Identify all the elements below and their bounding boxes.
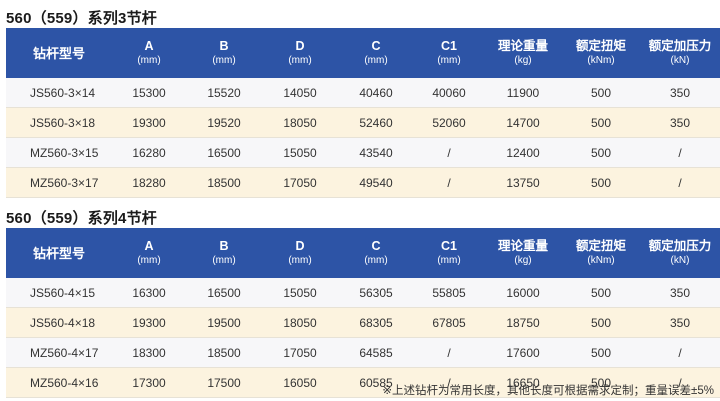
table-cell: / <box>640 167 720 198</box>
table-cell: 19520 <box>186 107 262 138</box>
table-cell: 40060 <box>414 78 484 108</box>
col-header-model: 钻杆型号 <box>6 28 112 78</box>
cell-model: JS560-3×18 <box>6 107 112 138</box>
table-cell: 15050 <box>262 137 338 168</box>
table-cell: 19300 <box>112 307 186 338</box>
table-cell: 13750 <box>484 167 562 198</box>
table-cell: 17050 <box>262 337 338 368</box>
table-cell: 500 <box>562 137 640 168</box>
table-cell: 49540 <box>338 167 414 198</box>
table-cell: 68305 <box>338 307 414 338</box>
table-row: JS560-3×18 19300 19520 18050 52460 52060 14700… <box>6 107 720 138</box>
cell-model: MZ560-4×17 <box>6 337 112 368</box>
table-cell: 17500 <box>186 367 262 398</box>
table-cell: 15050 <box>262 278 338 308</box>
table-cell: 40460 <box>338 78 414 108</box>
spec-table-3-stage: 钻杆型号 A (mm) B (mm) D (mm) C (mm) C1 (mm) 理论重量… <box>6 28 720 198</box>
table-header-row: 钻杆型号 A (mm) B (mm) D (mm) C (mm) C1 (mm) 理论重量… <box>6 228 720 278</box>
table-cell: 11900 <box>484 78 562 108</box>
table-cell: 55805 <box>414 278 484 308</box>
cell-model: MZ560-4×16 <box>6 367 112 398</box>
table-cell: 43540 <box>338 137 414 168</box>
col-header-c1: C1 (mm) <box>414 228 484 278</box>
table-cell: 16300 <box>112 278 186 308</box>
table-cell: 16000 <box>484 278 562 308</box>
col-header-a: A (mm) <box>112 228 186 278</box>
table-cell: 18050 <box>262 307 338 338</box>
table-cell: 16500 <box>186 278 262 308</box>
table-cell: 52460 <box>338 107 414 138</box>
col-header-d: D (mm) <box>262 228 338 278</box>
cell-model: JS560-4×18 <box>6 307 112 338</box>
table-cell: 350 <box>640 278 720 308</box>
cell-model: JS560-4×15 <box>6 278 112 308</box>
col-header-c1: C1 (mm) <box>414 28 484 78</box>
table-row: MZ560-4×17 18300 18500 17050 64585/17600 500/ <box>6 337 720 368</box>
table-cell: 17050 <box>262 167 338 198</box>
col-header-pressure: 额定加压力 (kN) <box>640 28 720 78</box>
col-header-a: A (mm) <box>112 28 186 78</box>
table-cell: 16050 <box>262 367 338 398</box>
table-header-row: 钻杆型号 A (mm) B (mm) D (mm) C (mm) C1 (mm) 理论重量… <box>6 28 720 78</box>
spec-table-4-stage: 钻杆型号 A (mm) B (mm) D (mm) C (mm) C1 (mm) 理论重量… <box>6 228 720 398</box>
table-cell: 500 <box>562 337 640 368</box>
table-cell: 18300 <box>112 337 186 368</box>
col-header-torque: 额定扭矩 (kNm) <box>562 28 640 78</box>
table-cell: 64585 <box>338 337 414 368</box>
col-header-c: C (mm) <box>338 228 414 278</box>
table-cell: 17600 <box>484 337 562 368</box>
cell-model: MZ560-3×17 <box>6 167 112 198</box>
table-cell: 14050 <box>262 78 338 108</box>
col-header-d: D (mm) <box>262 28 338 78</box>
section-title-3-stage: 560（559）系列3节杆 <box>6 10 157 27</box>
table-cell: 52060 <box>414 107 484 138</box>
table-cell: / <box>414 137 484 168</box>
col-header-weight: 理论重量 (kg) <box>484 228 562 278</box>
table-cell: / <box>640 137 720 168</box>
col-header-b: B (mm) <box>186 28 262 78</box>
cell-model: MZ560-3×15 <box>6 137 112 168</box>
table-cell: 15520 <box>186 78 262 108</box>
table-cell: 56305 <box>338 278 414 308</box>
col-header-b: B (mm) <box>186 228 262 278</box>
table-row: MZ560-3×15 16280 16500 15050 43540/12400 500/ <box>6 137 720 168</box>
table-cell: 19500 <box>186 307 262 338</box>
table-cell: 18500 <box>186 337 262 368</box>
table-cell: 500 <box>562 278 640 308</box>
table-cell: 350 <box>640 78 720 108</box>
table-cell: 17300 <box>112 367 186 398</box>
table-row: JS560-4×18 19300 19500 18050 68305 67805 18750… <box>6 307 720 338</box>
table-cell: 500 <box>562 167 640 198</box>
table-cell: 350 <box>640 107 720 138</box>
table-cell: 18750 <box>484 307 562 338</box>
table-cell: / <box>414 337 484 368</box>
section-title-4-stage: 560（559）系列4节杆 <box>6 210 157 227</box>
table-cell: 14700 <box>484 107 562 138</box>
table-cell: 12400 <box>484 137 562 168</box>
table-cell: 19300 <box>112 107 186 138</box>
table-row: JS560-4×15 16300 16500 15050 56305 55805 16000… <box>6 278 720 308</box>
table-cell: 16280 <box>112 137 186 168</box>
table-cell: / <box>640 337 720 368</box>
table-row: MZ560-3×17 18280 18500 17050 49540/13750 500/ <box>6 167 720 198</box>
table-cell: / <box>414 167 484 198</box>
col-header-pressure: 额定加压力 (kN) <box>640 228 720 278</box>
table-cell: 500 <box>562 78 640 108</box>
table-row: JS560-3×14 15300 15520 14050 40460 40060 11900… <box>6 78 720 108</box>
table-cell: 500 <box>562 107 640 138</box>
col-header-model: 钻杆型号 <box>6 228 112 278</box>
col-header-torque: 额定扭矩 (kNm) <box>562 228 640 278</box>
col-header-c: C (mm) <box>338 28 414 78</box>
col-header-weight: 理论重量 (kg) <box>484 28 562 78</box>
footnote: ※上述钻杆为常用长度，其他长度可根据需求定制；重量误差±5% <box>382 385 714 397</box>
cell-model: JS560-3×14 <box>6 78 112 108</box>
table-cell: 18280 <box>112 167 186 198</box>
table-cell: 18500 <box>186 167 262 198</box>
table-cell: 67805 <box>414 307 484 338</box>
table-cell: 350 <box>640 307 720 338</box>
table-cell: 18050 <box>262 107 338 138</box>
table-cell: 16500 <box>186 137 262 168</box>
table-cell: 500 <box>562 307 640 338</box>
table-cell: 15300 <box>112 78 186 108</box>
